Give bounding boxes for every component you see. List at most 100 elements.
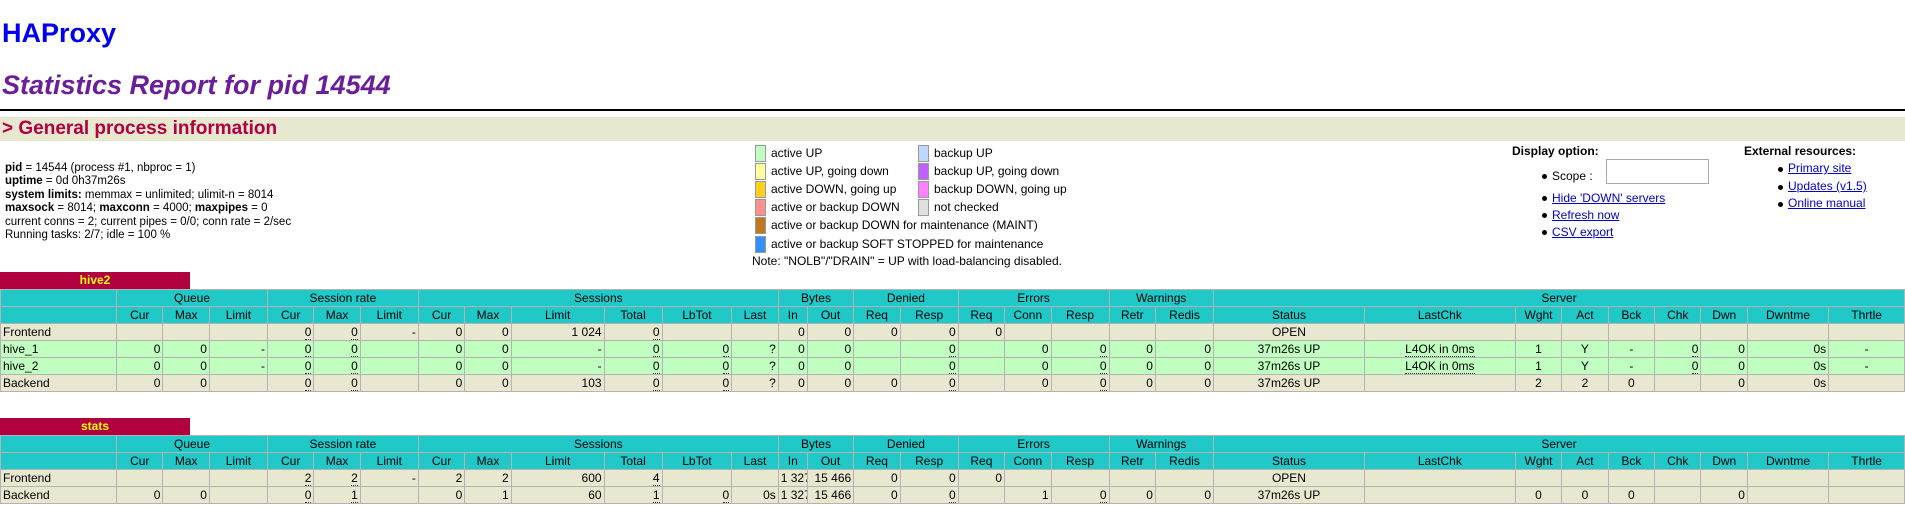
legend-swatch — [755, 236, 766, 253]
row-name[interactable]: Backend — [0, 486, 118, 504]
column-header: Act — [1561, 306, 1609, 324]
table-cell: - — [1607, 357, 1656, 375]
group-header: Bytes — [777, 435, 855, 453]
table-cell — [1154, 469, 1215, 487]
table-cell — [1828, 374, 1905, 392]
column-header: Max — [313, 306, 361, 324]
legend-swatch — [918, 181, 929, 198]
table-cell — [1607, 323, 1656, 341]
primary-site-link[interactable]: Primary site — [1788, 161, 1851, 175]
table-cell: 0 — [777, 374, 808, 392]
table-cell: 0 — [266, 374, 315, 392]
table-cell: 37m26s UP — [1213, 374, 1365, 392]
table-cell: 1 — [1514, 357, 1563, 375]
table-row: hive_2 0 0-0 0 0 0-0 0? 0 0 0 0 0 0 0 37m26s UP L4OK in… — [0, 357, 1905, 375]
column-header: Last — [731, 306, 779, 324]
table-cell — [116, 323, 164, 341]
table-cell: 600 — [510, 469, 605, 487]
table-cell: 0 — [116, 374, 164, 392]
column-header: Max — [162, 452, 210, 470]
table-cell: ? — [731, 340, 779, 358]
table-cell: 0 — [266, 486, 315, 504]
table-cell: 0 — [777, 323, 808, 341]
proxy-name-hive2[interactable]: hive2 — [0, 272, 190, 289]
process-info: pid = 14544 (process #1, nbproc = 1) upt… — [5, 162, 292, 242]
table-cell: 0 — [1700, 357, 1748, 375]
table-cell: 0 — [1607, 486, 1656, 504]
table-cell: - — [1828, 340, 1905, 358]
table-row: hive_1 0 0-0 0 0 0-0 0? 0 0 0 0 0 0 0 37m26s UP L4OK in… — [0, 340, 1905, 358]
table-cell: 0 — [1050, 374, 1110, 392]
header-cell — [0, 435, 118, 453]
legend-note: Note: "NOLB"/"DRAIN" = UP with load-bala… — [752, 254, 1062, 268]
group-header: Queue — [116, 289, 268, 307]
table-cell: 1 — [603, 486, 663, 504]
column-header: Resp — [899, 452, 959, 470]
table-cell: 0 — [417, 486, 466, 504]
table-cell: - — [208, 357, 268, 375]
group-header: Server — [1213, 435, 1905, 453]
table-cell — [957, 357, 1006, 375]
row-name[interactable]: Frontend — [0, 469, 118, 487]
table-cell: 0 — [853, 323, 901, 341]
column-header: LastChk — [1363, 306, 1516, 324]
table-cell — [1363, 486, 1516, 504]
table-cell: 0 — [1561, 486, 1609, 504]
table-cell: 0 — [899, 486, 959, 504]
column-header: Dwntme — [1746, 452, 1830, 470]
table-cell: L4OK in 0ms — [1363, 340, 1516, 358]
table-cell — [1654, 469, 1702, 487]
header-cell — [0, 289, 118, 307]
table-cell: 1 — [464, 486, 512, 504]
table-cell: 0 — [417, 323, 466, 341]
table-cell — [731, 469, 779, 487]
column-header: Total — [603, 452, 663, 470]
column-header: Limit — [208, 452, 268, 470]
row-name[interactable]: Frontend — [0, 323, 118, 341]
table-cell: 0 — [899, 374, 959, 392]
scope-input[interactable] — [1606, 159, 1709, 184]
table-cell: 0 — [1108, 357, 1156, 375]
column-header: Cur — [266, 306, 315, 324]
column-header: Conn — [1004, 306, 1052, 324]
row-name[interactable]: hive_1 — [0, 340, 118, 358]
table-cell: 4 — [603, 469, 663, 487]
row-name[interactable]: Backend — [0, 374, 118, 392]
proxy-name-stats[interactable]: stats — [0, 418, 190, 435]
table-cell — [208, 469, 268, 487]
table-cell: - — [1828, 357, 1905, 375]
column-header: Status — [1213, 452, 1365, 470]
table-cell — [1154, 323, 1215, 341]
column-header: Limit — [359, 452, 419, 470]
column-header: Bck — [1607, 452, 1656, 470]
hide-down-link[interactable]: Hide 'DOWN' servers — [1552, 191, 1665, 205]
online-manual-link[interactable]: Online manual — [1788, 196, 1865, 210]
legend-label: active or backup DOWN for maintenance (M… — [771, 218, 1038, 232]
column-header: Cur — [266, 452, 315, 470]
table-cell — [661, 323, 733, 341]
legend-swatch — [918, 199, 929, 216]
scope-label: Scope : — [1552, 169, 1593, 183]
table-cell: 37m26s UP — [1213, 340, 1365, 358]
table-cell: 0 — [1108, 374, 1156, 392]
table-cell — [116, 469, 164, 487]
column-header: Total — [603, 306, 663, 324]
column-header: Cur — [417, 306, 466, 324]
row-name[interactable]: hive_2 — [0, 357, 118, 375]
table-cell: 0 — [417, 374, 466, 392]
legend-swatch — [755, 145, 766, 162]
updates-link[interactable]: Updates (v1.5) — [1788, 179, 1867, 193]
csv-export-link[interactable]: CSV export — [1552, 225, 1613, 239]
refresh-link[interactable]: Refresh now — [1552, 208, 1619, 222]
table-cell: 0 — [162, 357, 210, 375]
table-cell: 0s — [1746, 357, 1830, 375]
table-cell — [1746, 469, 1830, 487]
group-header: Warnings — [1108, 289, 1215, 307]
group-header: Server — [1213, 289, 1905, 307]
table-cell: 1 024 — [510, 323, 605, 341]
table-cell — [1700, 469, 1748, 487]
table-cell: 2 — [1514, 374, 1563, 392]
legend-label: active or backup SOFT STOPPED for mainte… — [771, 237, 1044, 251]
table-cell: 0s — [731, 486, 779, 504]
column-header: Dwn — [1700, 452, 1748, 470]
